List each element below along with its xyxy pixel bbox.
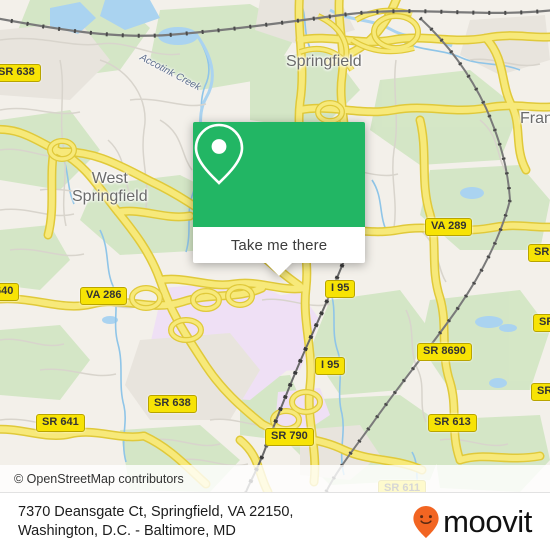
address-block: 7370 Deansgate Ct, Springfield, VA 22150… [18,503,293,541]
road-shield[interactable]: VA 286 [80,287,128,305]
map-attribution-bar: © OpenStreetMap contributors [0,465,550,492]
footer-bar: 7370 Deansgate Ct, Springfield, VA 22150… [0,492,550,550]
popup-tail [266,263,292,276]
road-shield[interactable]: SR 790 [265,428,314,446]
take-me-there-label: Take me there [230,236,328,254]
road-shield[interactable]: SR [528,244,550,262]
road-shield[interactable]: 640 [0,283,20,301]
moovit-logo[interactable]: moovit [412,505,532,539]
moovit-wordmark: moovit [443,504,532,539]
road-shield[interactable]: SR 8690 [417,343,472,361]
popup-footer[interactable]: Take me there [193,227,365,263]
road-shield[interactable]: SR [531,383,550,401]
road-shield[interactable]: SR 638 [148,395,197,413]
road-shield[interactable]: VA 289 [425,218,473,236]
road-shield[interactable]: I 95 [325,280,356,298]
map-screenshot: Springfield West Springfield Fran Accoti… [0,0,550,550]
road-shield[interactable]: SR 638 [0,64,41,82]
osm-attribution-text[interactable]: © OpenStreetMap contributors [0,472,184,486]
road-shield[interactable]: SR [533,314,550,332]
address-line-2: Washington, D.C. - Baltimore, MD [18,522,236,539]
address-line-1: 7370 Deansgate Ct, Springfield, VA 22150… [18,503,294,520]
popup-header [193,122,365,227]
road-shield[interactable]: SR 613 [428,414,477,432]
moovit-smiley-pin-icon [413,505,439,538]
location-pin-icon [194,123,244,185]
location-popup[interactable]: Take me there [193,122,365,276]
road-shield[interactable]: I 95 [315,357,346,375]
road-shield[interactable]: SR 641 [36,414,85,432]
map-canvas[interactable]: Springfield West Springfield Fran Accoti… [0,0,550,492]
